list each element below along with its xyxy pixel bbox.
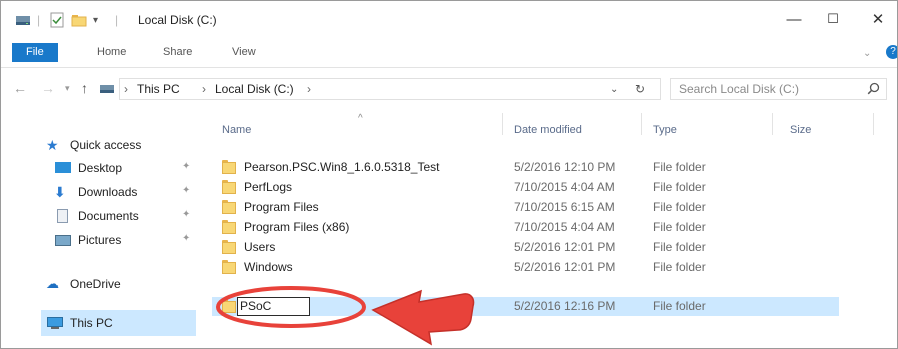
red-arrow-icon <box>371 289 475 346</box>
highlight-ellipse <box>216 286 366 328</box>
file-explorer-window: | ▾ | Local Disk (C:) — ☐ ✕ File Home Sh… <box>0 0 898 349</box>
annotation-overlay <box>216 286 475 346</box>
